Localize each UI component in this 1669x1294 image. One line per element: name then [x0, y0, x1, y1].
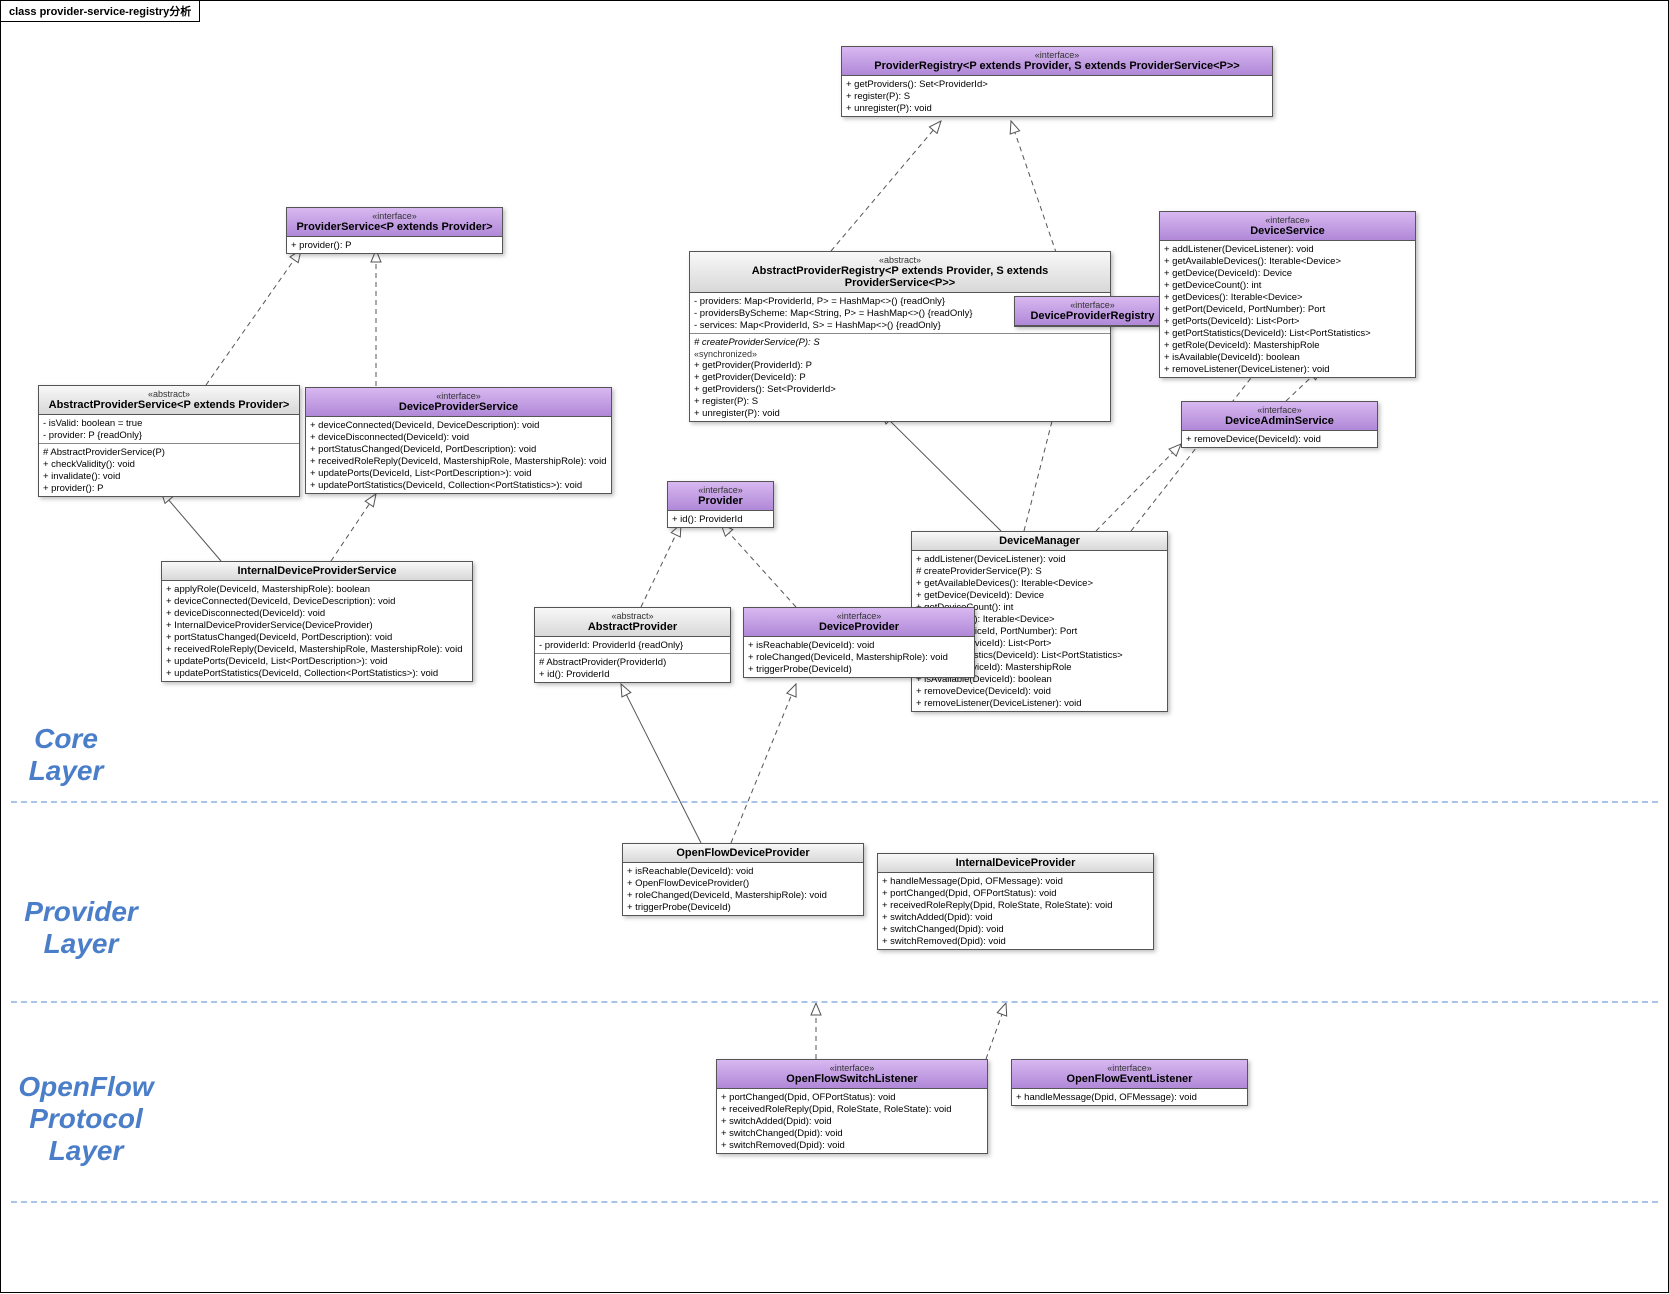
class-device-service[interactable]: «interface»DeviceService + addListener(D…: [1159, 211, 1416, 378]
stereo: «abstract»: [696, 255, 1104, 265]
core-layer-label: Core Layer: [16, 723, 116, 787]
stereo: «interface»: [674, 485, 767, 495]
class-abstract-provider[interactable]: «abstract»AbstractProvider - providerId:…: [534, 607, 731, 683]
class-openflow-device-provider[interactable]: OpenFlowDeviceProvider + isReachable(Dev…: [622, 843, 864, 916]
stereo: «interface»: [848, 50, 1266, 60]
class-provider[interactable]: «interface»Provider + id(): ProviderId: [667, 481, 774, 528]
stereo: «interface»: [312, 391, 605, 401]
stereo: «interface»: [1166, 215, 1409, 225]
class-device-provider[interactable]: «interface»DeviceProvider + isReachable(…: [743, 607, 975, 678]
class-name: AbstractProviderRegistry<P extends Provi…: [696, 265, 1104, 289]
class-provider-service[interactable]: «interface»ProviderService<P extends Pro…: [286, 207, 503, 254]
stereo: «interface»: [1021, 300, 1164, 310]
layer-divider: [11, 1201, 1658, 1203]
stereo: «interface»: [723, 1063, 981, 1073]
layer-divider: [11, 1001, 1658, 1003]
class-name: DeviceProviderService: [312, 401, 605, 413]
class-device-admin-service[interactable]: «interface»DeviceAdminService + removeDe…: [1181, 401, 1378, 448]
class-openflow-switch-listener[interactable]: «interface»OpenFlowSwitchListener + port…: [716, 1059, 988, 1154]
class-name: DeviceProviderRegistry: [1021, 310, 1164, 322]
openflow-layer-label: OpenFlow Protocol Layer: [16, 1071, 156, 1168]
class-internal-device-provider-service[interactable]: InternalDeviceProviderService + applyRol…: [161, 561, 473, 682]
stereo: «interface»: [1018, 1063, 1241, 1073]
class-openflow-event-listener[interactable]: «interface»OpenFlowEventListener + handl…: [1011, 1059, 1248, 1106]
class-name: OpenFlowSwitchListener: [723, 1073, 981, 1085]
stereo: «abstract»: [45, 389, 293, 399]
class-name: ProviderRegistry<P extends Provider, S e…: [848, 60, 1266, 72]
class-name: InternalDeviceProvider: [884, 857, 1147, 869]
diagram-canvas: class provider-service-registry分析 «inter…: [0, 0, 1669, 1293]
stereo: «interface»: [750, 611, 968, 621]
class-name: OpenFlowEventListener: [1018, 1073, 1241, 1085]
stereo: «interface»: [1188, 405, 1371, 415]
class-abstract-provider-registry[interactable]: «abstract»AbstractProviderRegistry<P ext…: [689, 251, 1111, 422]
class-name: OpenFlowDeviceProvider: [629, 847, 857, 859]
stereo: «interface»: [293, 211, 496, 221]
provider-layer-label: Provider Layer: [16, 896, 146, 960]
layer-divider: [11, 801, 1658, 803]
class-name: DeviceManager: [918, 535, 1161, 547]
class-device-provider-service[interactable]: «interface»DeviceProviderService + devic…: [305, 387, 612, 494]
class-device-provider-registry[interactable]: «interface»DeviceProviderRegistry: [1014, 296, 1171, 327]
class-name: AbstractProviderService<P extends Provid…: [45, 399, 293, 411]
class-name: DeviceService: [1166, 225, 1409, 237]
class-name: DeviceProvider: [750, 621, 968, 633]
class-name: Provider: [674, 495, 767, 507]
stereo: «abstract»: [541, 611, 724, 621]
class-internal-device-provider[interactable]: InternalDeviceProvider + handleMessage(D…: [877, 853, 1154, 950]
diagram-title-tab: class provider-service-registry分析: [0, 0, 200, 22]
class-name: InternalDeviceProviderService: [168, 565, 466, 577]
class-name: DeviceAdminService: [1188, 415, 1371, 427]
class-provider-registry[interactable]: «interface»ProviderRegistry<P extends Pr…: [841, 46, 1273, 117]
class-name: AbstractProvider: [541, 621, 724, 633]
class-abstract-provider-service[interactable]: «abstract»AbstractProviderService<P exte…: [38, 385, 300, 497]
class-name: ProviderService<P extends Provider>: [293, 221, 496, 233]
